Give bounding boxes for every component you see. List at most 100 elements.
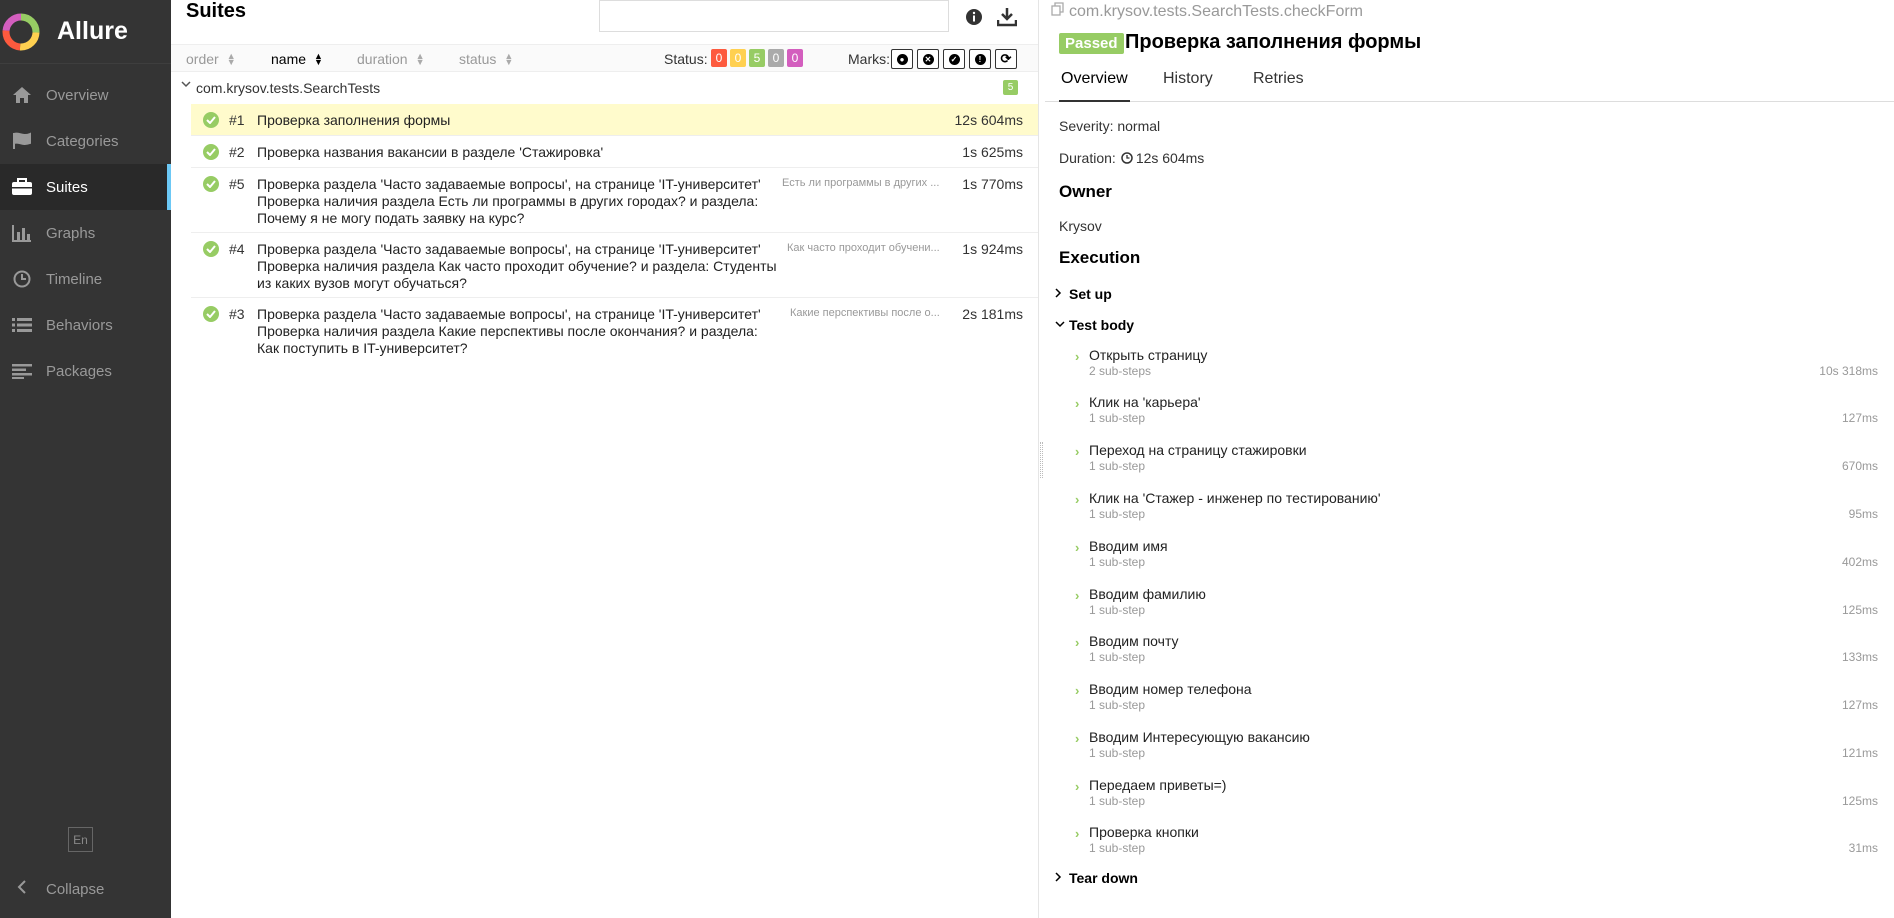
sidebar-item-label: Suites xyxy=(46,178,88,196)
sort-label: order xyxy=(186,51,219,67)
check-circle-icon xyxy=(203,176,219,192)
step-item[interactable]: › Клик на 'Стажер - инженер по тестирова… xyxy=(1075,490,1878,530)
sidebar-nav: Overview Categories Suites Graphs Timeli… xyxy=(0,72,171,394)
test-name-line: Как поступить в IT-университет? xyxy=(257,340,468,356)
test-row[interactable]: #5 Проверка раздела 'Часто задаваемые во… xyxy=(191,168,1038,233)
briefcase-icon xyxy=(10,177,34,197)
test-name-line: Почему я не могу подать заявку на курс? xyxy=(257,210,525,226)
step-item[interactable]: › Проверка кнопки 1 sub-step 31ms xyxy=(1075,824,1878,864)
sidebar-item-categories[interactable]: Categories xyxy=(0,118,171,164)
chevron-right-icon: › xyxy=(1075,826,1080,841)
test-parameter: Как часто проходит обучени... xyxy=(787,242,940,254)
test-name: Проверка раздела 'Часто задаваемые вопро… xyxy=(257,176,761,227)
language-switch-button[interactable]: En xyxy=(68,827,93,852)
test-row[interactable]: #4 Проверка раздела 'Часто задаваемые во… xyxy=(191,233,1038,298)
setup-section-toggle[interactable]: Set up xyxy=(1055,286,1112,302)
sort-duration-button[interactable]: duration ▲ ▼ xyxy=(357,51,425,67)
teardown-section-toggle[interactable]: Tear down xyxy=(1055,870,1138,886)
mark-flaky-toggle[interactable]: ● xyxy=(891,49,913,69)
test-row[interactable]: #3 Проверка раздела 'Часто задаваемые во… xyxy=(191,298,1038,363)
step-duration: 127ms xyxy=(1841,698,1878,712)
tab-retries[interactable]: Retries xyxy=(1251,70,1306,102)
test-body-section-toggle[interactable]: Test body xyxy=(1055,317,1134,333)
brand[interactable]: Allure xyxy=(0,0,171,64)
test-number: #1 xyxy=(229,112,245,128)
chevron-right-icon: › xyxy=(1075,779,1080,794)
step-duration: 670ms xyxy=(1841,459,1878,473)
suite-group[interactable]: com.krysov.tests.SearchTests 5 xyxy=(171,72,1038,104)
mark-new-failed-toggle[interactable]: ✕ xyxy=(917,49,939,69)
test-parameter: Какие перспективы после о... xyxy=(790,307,940,319)
sidebar-item-label: Packages xyxy=(46,362,112,380)
test-full-path: com.krysov.tests.SearchTests.checkForm xyxy=(1051,2,1363,21)
test-row[interactable]: #1 Проверка заполнения формы 12s 604ms xyxy=(191,104,1038,136)
sidebar-item-graphs[interactable]: Graphs xyxy=(0,210,171,256)
mark-new-broken-toggle[interactable]: ! xyxy=(969,49,991,69)
step-title: Вводим номер телефона xyxy=(1089,681,1252,697)
sort-arrows-icon: ▲ ▼ xyxy=(314,51,323,67)
sidebar-item-suites[interactable]: Suites xyxy=(0,164,171,210)
chevron-right-icon: › xyxy=(1075,588,1080,603)
home-icon xyxy=(10,85,34,105)
test-name-line: Проверка названия вакансии в разделе 'Ст… xyxy=(257,144,604,160)
sidebar-item-label: Overview xyxy=(46,86,109,104)
test-details-pane: com.krysov.tests.SearchTests.checkForm P… xyxy=(1045,0,1894,918)
chevron-right-icon: › xyxy=(1075,540,1080,555)
test-duration: 1s 770ms xyxy=(962,176,1023,192)
sort-name-button[interactable]: name ▲ ▼ xyxy=(271,51,323,67)
bomb-icon: ● xyxy=(896,53,908,65)
step-item[interactable]: › Вводим фамилию 1 sub-step 125ms xyxy=(1075,586,1878,626)
info-icon[interactable] xyxy=(965,8,983,29)
step-duration: 133ms xyxy=(1841,650,1878,664)
step-item[interactable]: › Вводим Интересующую вакансию 1 sub-ste… xyxy=(1075,729,1878,769)
sidebar-item-label: Timeline xyxy=(46,270,103,288)
step-title: Передаем приветы=) xyxy=(1089,777,1227,793)
test-name-line: Проверка раздела 'Часто задаваемые вопро… xyxy=(257,176,761,192)
copy-icon[interactable] xyxy=(1051,2,1065,21)
status-broken-toggle[interactable]: 0 xyxy=(730,49,746,67)
chevron-right-icon: › xyxy=(1075,731,1080,746)
step-item[interactable]: › Вводим номер телефона 1 sub-step 127ms xyxy=(1075,681,1878,721)
step-item[interactable]: › Вводим почту 1 sub-step 133ms xyxy=(1075,633,1878,673)
step-duration: 127ms xyxy=(1841,411,1878,425)
status-skipped-toggle[interactable]: 0 xyxy=(768,49,784,67)
exclamation-circle-icon: ! xyxy=(974,53,986,65)
test-name: Проверка раздела 'Часто задаваемые вопро… xyxy=(257,241,777,292)
test-number: #3 xyxy=(229,306,245,322)
list-icon xyxy=(10,315,34,335)
download-icon[interactable] xyxy=(996,7,1018,30)
step-duration: 121ms xyxy=(1841,746,1878,760)
status-filter-label: Status: xyxy=(664,51,708,67)
check-circle-icon: ✓ xyxy=(948,53,960,65)
test-row[interactable]: #2 Проверка названия вакансии в разделе … xyxy=(191,136,1038,168)
sidebar-item-timeline[interactable]: Timeline xyxy=(0,256,171,302)
mark-new-passed-toggle[interactable]: ✓ xyxy=(943,49,965,69)
step-substeps: 1 sub-step xyxy=(1089,746,1146,760)
status-failed-toggle[interactable]: 0 xyxy=(711,49,727,67)
step-substeps: 1 sub-step xyxy=(1089,603,1146,617)
sidebar-item-packages[interactable]: Packages xyxy=(0,348,171,394)
sort-order-button[interactable]: order ▲ ▼ xyxy=(186,51,236,67)
step-item[interactable]: › Передаем приветы=) 1 sub-step 125ms xyxy=(1075,777,1878,817)
step-item[interactable]: › Переход на страницу стажировки 1 sub-s… xyxy=(1075,442,1878,482)
sidebar-item-label: Behaviors xyxy=(46,316,113,334)
refresh-icon: ⟳ xyxy=(1000,51,1012,66)
collapse-button[interactable]: Collapse xyxy=(10,880,104,898)
status-passed-toggle[interactable]: 5 xyxy=(749,49,765,67)
chevron-right-icon: › xyxy=(1075,492,1080,507)
tab-overview[interactable]: Overview xyxy=(1059,70,1130,102)
search-input[interactable] xyxy=(599,0,949,32)
sort-status-button[interactable]: status ▲ ▼ xyxy=(459,51,513,67)
step-item[interactable]: › Клик на 'карьера' 1 sub-step 127ms xyxy=(1075,394,1878,434)
step-duration: 31ms xyxy=(1848,841,1878,855)
mark-retries-toggle[interactable]: ⟳ xyxy=(995,49,1017,69)
step-item[interactable]: › Открыть страницу 2 sub-steps 10s 318ms xyxy=(1075,347,1878,387)
step-item[interactable]: › Вводим имя 1 sub-step 402ms xyxy=(1075,538,1878,578)
sidebar-item-overview[interactable]: Overview xyxy=(0,72,171,118)
times-circle-icon: ✕ xyxy=(922,53,934,65)
status-unknown-toggle[interactable]: 0 xyxy=(787,49,803,67)
tab-history[interactable]: History xyxy=(1161,70,1215,102)
chevron-right-icon: › xyxy=(1075,349,1080,364)
sidebar-item-behaviors[interactable]: Behaviors xyxy=(0,302,171,348)
sort-label: status xyxy=(459,51,497,67)
